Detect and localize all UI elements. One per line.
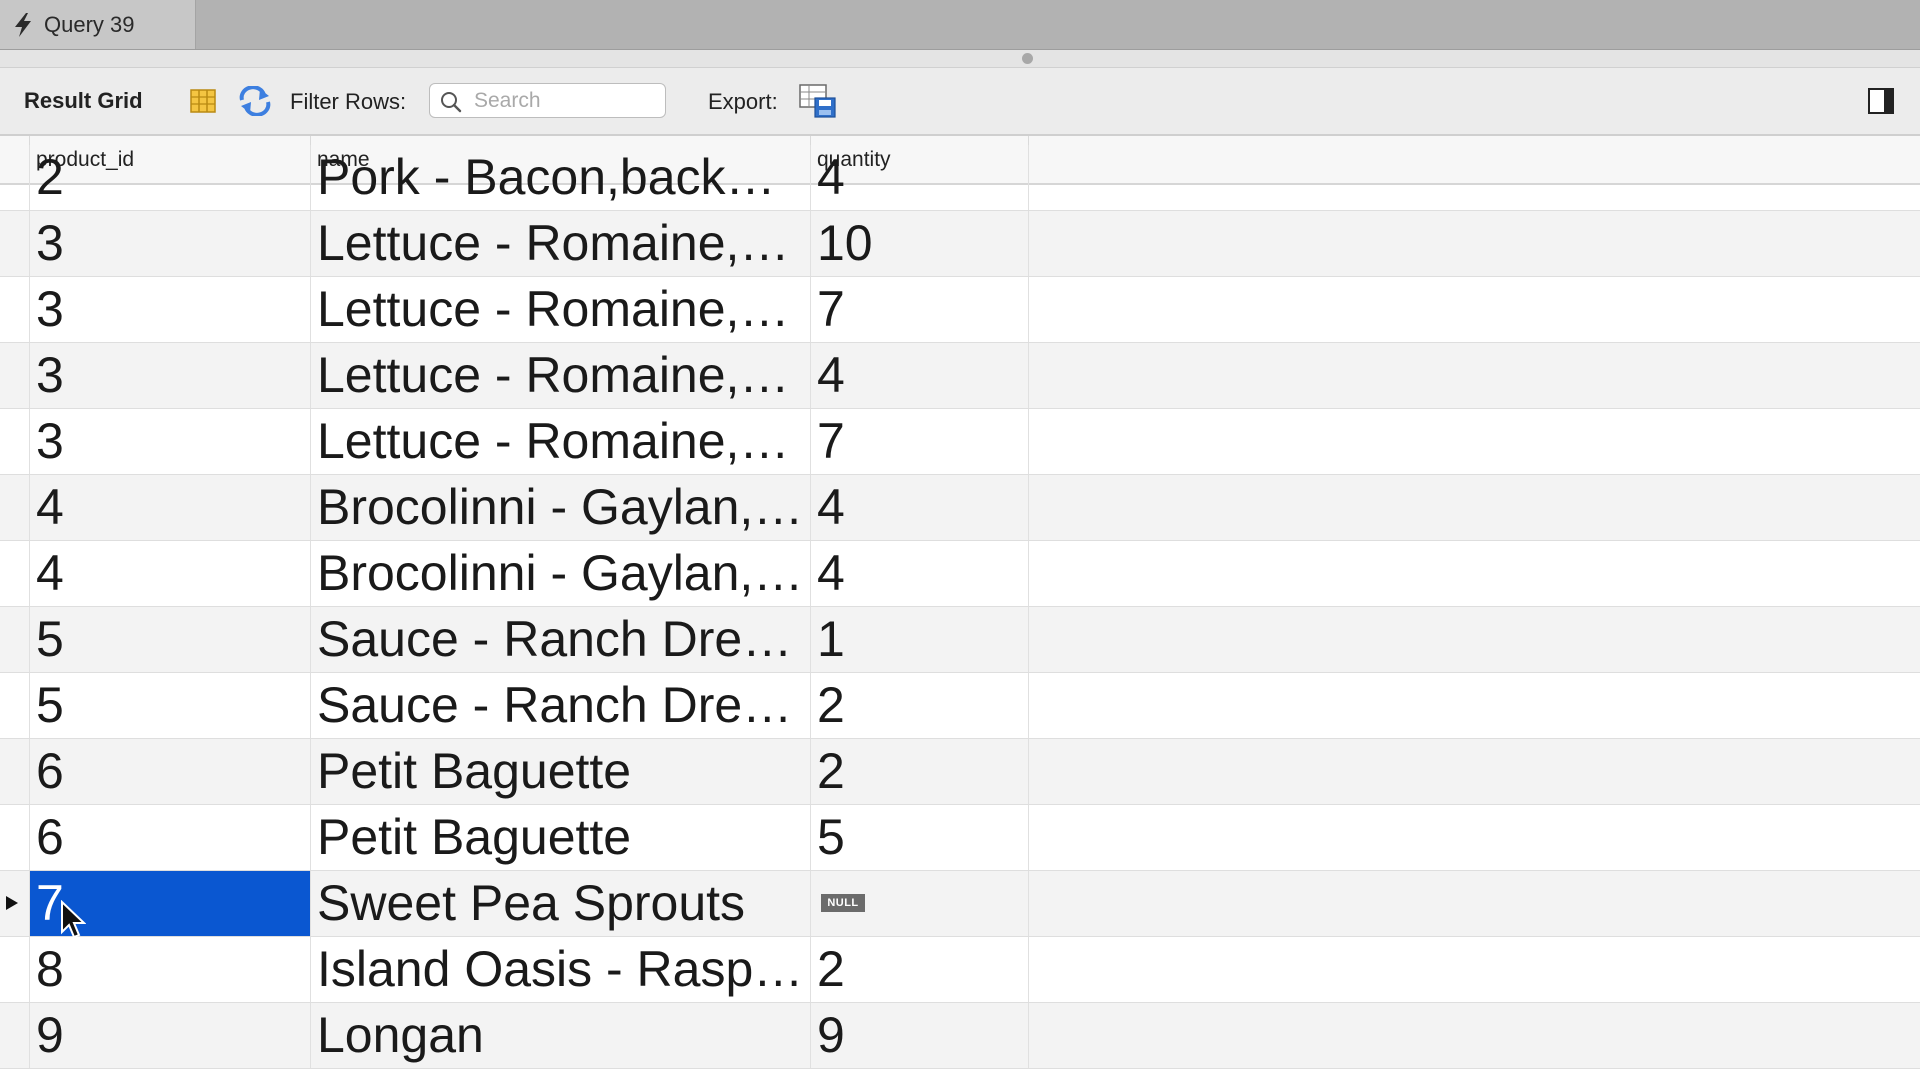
row-gutter[interactable] <box>0 277 30 342</box>
cell-name[interactable]: Sauce - Ranch Dre… <box>311 673 811 738</box>
splitter-handle[interactable] <box>1022 53 1033 64</box>
export-icon[interactable] <box>798 83 838 119</box>
null-badge: NULL <box>821 894 865 912</box>
panel-splitter[interactable] <box>0 50 1920 68</box>
cell-quantity[interactable]: 10 <box>811 211 1029 276</box>
column-grid-icon[interactable] <box>189 87 217 115</box>
table-row[interactable]: 3 Lettuce - Romaine,… 4 <box>0 343 1920 409</box>
cell-product-id[interactable]: 6 <box>30 739 311 804</box>
cell-product-id[interactable]: 9 <box>30 1003 311 1068</box>
cell-product-id[interactable]: 4 <box>30 541 311 606</box>
query-tab-bar: Query 39 <box>0 0 1920 50</box>
cell-name[interactable]: Sweet Pea Sprouts <box>311 871 811 936</box>
table-row[interactable]: 6 Petit Baguette 5 <box>0 805 1920 871</box>
cell-quantity[interactable]: 9 <box>811 1003 1029 1068</box>
refresh-icon[interactable] <box>238 86 272 116</box>
filter-search-box[interactable] <box>429 83 666 118</box>
table-row[interactable]: 5 Sauce - Ranch Dre… 2 <box>0 673 1920 739</box>
cell-quantity[interactable]: 2 <box>811 739 1029 804</box>
cell-product-id[interactable]: 2 <box>30 145 311 210</box>
cell-quantity[interactable]: 4 <box>811 475 1029 540</box>
export-label: Export: <box>708 89 778 114</box>
row-gutter[interactable] <box>0 805 30 870</box>
mouse-cursor-icon <box>61 900 86 939</box>
row-gutter[interactable] <box>0 739 30 804</box>
cell-name[interactable]: Petit Baguette <box>311 805 811 870</box>
cell-product-id[interactable]: 8 <box>30 937 311 1002</box>
table-row[interactable]: 3 Lettuce - Romaine,… 7 <box>0 409 1920 475</box>
result-grid: product_id name quantity 2 Pork - Bacon,b… <box>0 136 1920 1080</box>
table-row[interactable]: 4 Brocolinni - Gaylan,… 4 <box>0 475 1920 541</box>
cell-name[interactable]: Sauce - Ranch Dre… <box>311 607 811 672</box>
search-icon <box>441 92 462 113</box>
cell-name[interactable]: Lettuce - Romaine,… <box>311 277 811 342</box>
cell-quantity[interactable]: 1 <box>811 607 1029 672</box>
search-input[interactable] <box>474 87 659 114</box>
row-gutter[interactable] <box>0 211 30 276</box>
row-gutter[interactable] <box>0 1003 30 1068</box>
table-row-selected[interactable]: 7 Sweet Pea Sprouts NULL <box>0 871 1920 937</box>
cell-name[interactable]: Brocolinni - Gaylan,… <box>311 475 811 540</box>
table-row[interactable]: 6 Petit Baguette 2 <box>0 739 1920 805</box>
toggle-panel-icon[interactable] <box>1867 87 1895 115</box>
row-gutter[interactable] <box>0 871 30 936</box>
cell-name[interactable]: Lettuce - Romaine,… <box>311 409 811 474</box>
cell-quantity[interactable]: 7 <box>811 277 1029 342</box>
filter-rows-label: Filter Rows: <box>290 89 407 114</box>
cell-quantity[interactable]: 2 <box>811 937 1029 1002</box>
cell-name[interactable]: Petit Baguette <box>311 739 811 804</box>
cell-product-id[interactable]: 3 <box>30 409 311 474</box>
cell-quantity[interactable]: 4 <box>811 343 1029 408</box>
row-gutter[interactable] <box>0 409 30 474</box>
cell-quantity[interactable]: 7 <box>811 409 1029 474</box>
cell-product-id[interactable]: 3 <box>30 211 311 276</box>
row-gutter[interactable] <box>0 673 30 738</box>
cell-name[interactable]: Pork - Bacon,back… <box>311 145 811 210</box>
result-grid-title: Result Grid <box>24 88 143 113</box>
cell-product-id[interactable]: 4 <box>30 475 311 540</box>
cell-product-id[interactable]: 5 <box>30 607 311 672</box>
row-gutter[interactable] <box>0 145 30 210</box>
cell-product-id[interactable]: 6 <box>30 805 311 870</box>
tab-label: Query 39 <box>44 11 135 37</box>
cell-product-id[interactable]: 5 <box>30 673 311 738</box>
table-row[interactable]: 9 Longan 9 <box>0 1003 1920 1069</box>
cell-quantity[interactable]: NULL <box>811 871 1029 936</box>
cell-quantity[interactable]: 5 <box>811 805 1029 870</box>
tab-query-39[interactable]: Query 39 <box>0 0 196 49</box>
table-row[interactable]: 2 Pork - Bacon,back… 4 <box>0 145 1920 211</box>
cell-name[interactable]: Lettuce - Romaine,… <box>311 343 811 408</box>
cell-quantity[interactable]: 4 <box>811 541 1029 606</box>
table-row[interactable]: 3 Lettuce - Romaine,… 7 <box>0 277 1920 343</box>
mysql-workbench-window: Query 39 Result Grid Filter Rows: Search… <box>0 0 1920 1080</box>
cell-name[interactable]: Lettuce - Romaine,… <box>311 211 811 276</box>
row-gutter[interactable] <box>0 937 30 1002</box>
row-gutter[interactable] <box>0 475 30 540</box>
table-row[interactable]: 5 Sauce - Ranch Dre… 1 <box>0 607 1920 673</box>
cell-quantity[interactable]: 4 <box>811 145 1029 210</box>
current-row-pointer-icon <box>6 896 18 910</box>
row-gutter[interactable] <box>0 541 30 606</box>
row-gutter[interactable] <box>0 607 30 672</box>
cell-name[interactable]: Longan <box>311 1003 811 1068</box>
cell-name[interactable]: Brocolinni - Gaylan,… <box>311 541 811 606</box>
cell-name[interactable]: Island Oasis - Rasp… <box>311 937 811 1002</box>
cell-product-id[interactable]: 3 <box>30 277 311 342</box>
table-row[interactable]: 3 Lettuce - Romaine,… 10 <box>0 211 1920 277</box>
lightning-bolt-icon <box>15 12 31 37</box>
result-toolbar: Result Grid Filter Rows: Export: <box>0 68 1920 136</box>
cell-product-id[interactable]: 3 <box>30 343 311 408</box>
table-row[interactable]: 8 Island Oasis - Rasp… 2 <box>0 937 1920 1003</box>
row-gutter[interactable] <box>0 343 30 408</box>
table-row[interactable]: 4 Brocolinni - Gaylan,… 4 <box>0 541 1920 607</box>
cell-quantity[interactable]: 2 <box>811 673 1029 738</box>
